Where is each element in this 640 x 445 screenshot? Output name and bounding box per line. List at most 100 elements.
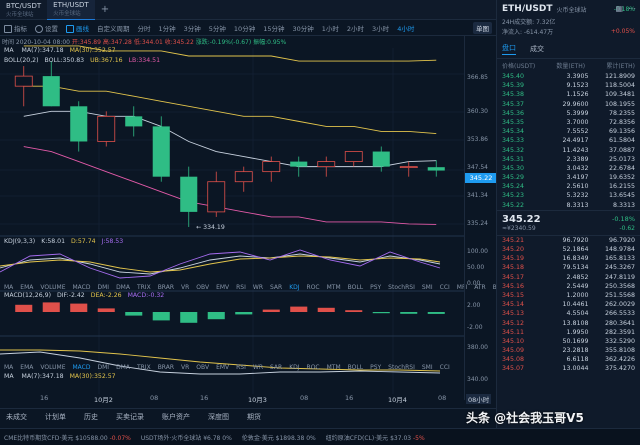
indicator-option[interactable]: OBV	[196, 284, 209, 291]
period-2h[interactable]: 2小时	[347, 23, 364, 33]
bid-row[interactable]: 345.21 96.7920 96.7920	[497, 236, 640, 245]
indicator-option[interactable]: MACD	[72, 284, 90, 291]
tab-eth-usdt[interactable]: ETH/USDT 火币全球站	[47, 0, 95, 20]
indicator-option[interactable]: EMA	[20, 364, 33, 371]
price-chart[interactable]	[0, 36, 464, 400]
indicator-option[interactable]: DMA	[116, 284, 130, 291]
bid-row[interactable]: 345.14 10.4461 262.0029	[497, 300, 640, 309]
bid-row[interactable]: 345.19 16.8349 165.8133	[497, 254, 640, 263]
indicator-option[interactable]: BOLL	[348, 364, 363, 371]
ask-row[interactable]: 345.23 5.3232 13.6545	[497, 191, 640, 200]
tab-trade-records[interactable]: 买卖记录	[116, 412, 144, 422]
indicator-option[interactable]: BRAR	[158, 364, 174, 371]
settings-button[interactable]: 设置	[35, 23, 58, 33]
ask-row[interactable]: 345.32 11.4243 37.0887	[497, 146, 640, 155]
tab-btc-usdt[interactable]: BTC/USDT 火币全球站	[0, 0, 47, 20]
period-timeline[interactable]: 分时	[138, 23, 151, 33]
ask-row[interactable]: 345.31 2.3389 25.0173	[497, 155, 640, 164]
bid-row[interactable]: 345.08 6.6118 362.4226	[497, 355, 640, 364]
indicator-option[interactable]: PSY	[370, 284, 381, 291]
indicator-button[interactable]: 指标	[4, 23, 27, 33]
ask-row[interactable]: 345.36 5.3999 78.2355	[497, 109, 640, 118]
indicator-option[interactable]: SAR	[270, 364, 282, 371]
indicator-option[interactable]: StochRSI	[388, 284, 415, 291]
bid-row[interactable]: 345.18 79.5134 245.3267	[497, 263, 640, 272]
bid-row[interactable]: 345.20 52.1864 148.9784	[497, 245, 640, 254]
bid-row[interactable]: 345.11 1.9950 282.3591	[497, 328, 640, 337]
bid-row[interactable]: 345.10 50.1699 332.5290	[497, 337, 640, 346]
tab-depth-chart[interactable]: 深度图	[208, 412, 229, 422]
indicator-option[interactable]: DMI	[97, 364, 109, 371]
indicator-option[interactable]: SMI	[422, 284, 433, 291]
grid-icon[interactable]: ▦	[615, 4, 623, 13]
ask-row[interactable]: 345.24 2.5610 16.2155	[497, 182, 640, 191]
tab-futures[interactable]: 期货	[247, 412, 261, 422]
indicator-option[interactable]: DMI	[97, 284, 109, 291]
indicator-option[interactable]: SAR	[270, 284, 282, 291]
tab-account-assets[interactable]: 账户资产	[162, 412, 190, 422]
period-10m[interactable]: 10分钟	[234, 23, 255, 33]
indicator-option[interactable]: KDJ	[289, 284, 299, 291]
indicator-option[interactable]: WR	[253, 284, 263, 291]
indicator-option[interactable]: KDJ	[289, 364, 299, 371]
draw-line-button[interactable]: 画线	[66, 23, 89, 33]
bid-row[interactable]: 345.13 4.5504 266.5533	[497, 309, 640, 318]
indicator-option[interactable]: DMA	[116, 364, 130, 371]
indicator-option[interactable]: MTM	[327, 284, 341, 291]
indicator-option[interactable]: MTM	[327, 364, 341, 371]
indicator-option[interactable]: MA	[4, 284, 13, 291]
period-1m[interactable]: 1分钟	[159, 23, 176, 33]
ask-row[interactable]: 345.39 9.1523 118.5004	[497, 81, 640, 90]
indicator-option[interactable]: TRIX	[137, 364, 151, 371]
indicator-option[interactable]: SMI	[422, 364, 433, 371]
period-30m[interactable]: 30分钟	[292, 23, 313, 33]
indicator-option[interactable]: WR	[253, 364, 263, 371]
layout-select[interactable]: 单图	[473, 21, 492, 34]
bid-row[interactable]: 345.09 23.2818 355.8108	[497, 346, 640, 355]
tab-orderbook[interactable]: 盘口	[502, 43, 516, 55]
custom-period-button[interactable]: 自定义周期	[97, 23, 130, 33]
bid-row[interactable]: 345.17 2.4852 247.8119	[497, 273, 640, 282]
add-tab-icon[interactable]: +	[95, 4, 115, 15]
indicator-option[interactable]: StochRSI	[388, 364, 415, 371]
bid-row[interactable]: 345.16 2.5449 250.3568	[497, 282, 640, 291]
indicator-option[interactable]: BRAR	[158, 284, 174, 291]
bid-row[interactable]: 345.07 13.0044 375.4270	[497, 364, 640, 373]
ask-row[interactable]: 345.30 3.0432 22.6784	[497, 164, 640, 173]
tab-history[interactable]: 历史	[84, 412, 98, 422]
tab-open-orders[interactable]: 未成交	[6, 412, 27, 422]
indicator-option[interactable]: OBV	[196, 364, 209, 371]
more-icon[interactable]: ⋯	[628, 4, 636, 13]
ask-row[interactable]: 345.35 3.7000 72.8356	[497, 118, 640, 127]
indicator-option[interactable]: BOLL	[348, 284, 363, 291]
indicator-option[interactable]: VR	[181, 284, 189, 291]
ask-row[interactable]: 345.22 8.3313 8.3313	[497, 201, 640, 210]
period-15m[interactable]: 15分钟	[263, 23, 284, 33]
indicator-option[interactable]: MA	[4, 364, 13, 371]
indicator-option[interactable]: EMA	[20, 284, 33, 291]
indicator-option[interactable]: EMV	[216, 364, 229, 371]
indicator-option[interactable]: MACD	[72, 364, 90, 371]
period-3m[interactable]: 3分钟	[184, 23, 201, 33]
indicator-option[interactable]: TRIX	[137, 284, 151, 291]
indicator-option[interactable]: RSI	[236, 284, 246, 291]
indicator-option[interactable]: ROC	[307, 364, 320, 371]
tab-trades[interactable]: 成交	[530, 44, 544, 54]
indicator-option[interactable]: CCI	[440, 284, 450, 291]
indicator-option[interactable]: VR	[181, 364, 189, 371]
period-1h[interactable]: 1小时	[322, 23, 339, 33]
ask-row[interactable]: 345.40 3.3905 121.8909	[497, 72, 640, 81]
ticker-item[interactable]: 伦敦金·美元 $1898.38 0%	[242, 433, 316, 442]
bid-row[interactable]: 345.12 13.8108 280.3641	[497, 319, 640, 328]
ask-row[interactable]: 345.38 1.1526 109.3481	[497, 90, 640, 99]
ask-row[interactable]: 345.33 24.4917 61.5804	[497, 136, 640, 145]
indicator-option[interactable]: ROC	[307, 284, 320, 291]
indicator-option[interactable]: PSY	[370, 364, 381, 371]
period-5m[interactable]: 5分钟	[209, 23, 226, 33]
period-4h[interactable]: 4小时	[397, 23, 414, 33]
ask-row[interactable]: 345.34 7.5552 69.1356	[497, 127, 640, 136]
indicator-option[interactable]: CCI	[440, 364, 450, 371]
indicator-option[interactable]: RSI	[236, 364, 246, 371]
hour-badge[interactable]: 08小时	[466, 394, 492, 404]
ticker-item[interactable]: 纽约原油CFD(CL)·美元 $37.03 -5%	[326, 433, 425, 442]
